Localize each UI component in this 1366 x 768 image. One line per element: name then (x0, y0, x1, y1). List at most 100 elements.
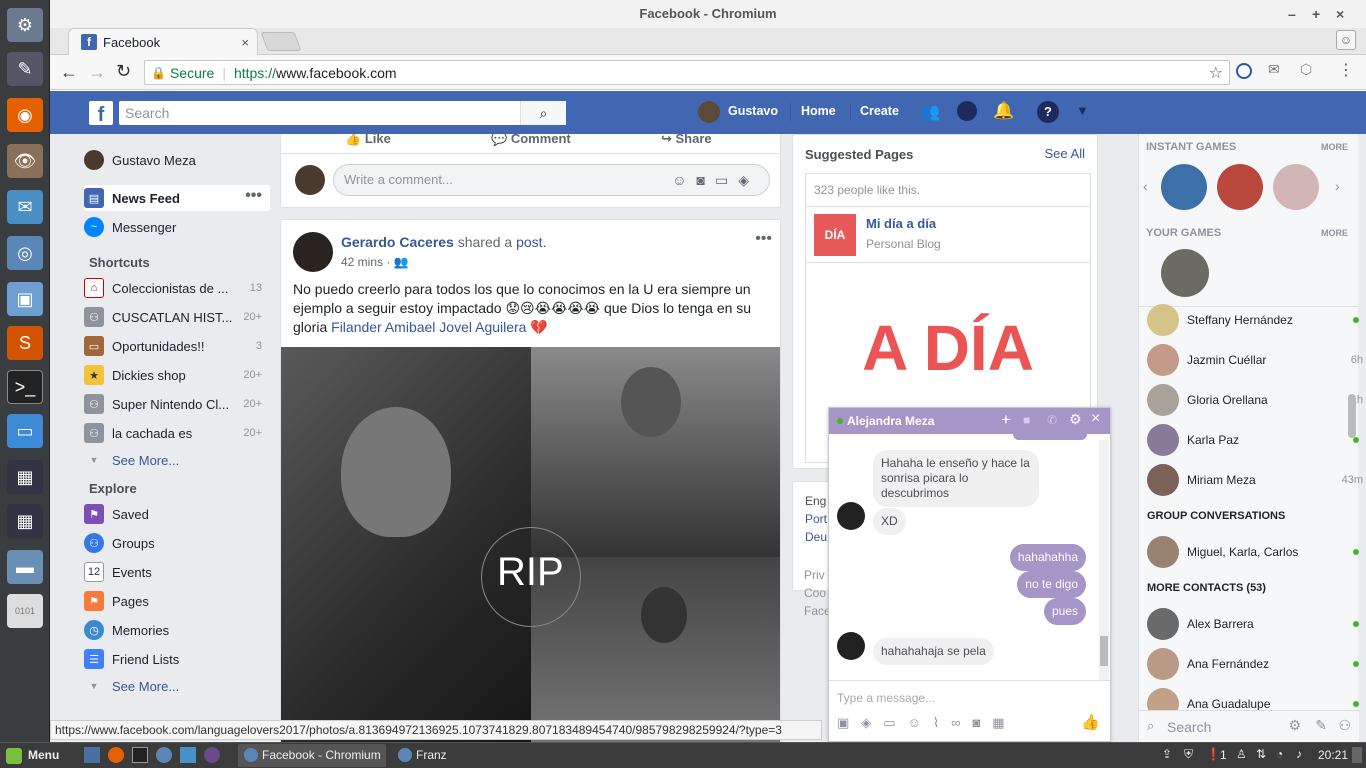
close-tab-icon[interactable]: × (241, 35, 249, 50)
footer-link[interactable]: Face (804, 602, 831, 620)
chevron-left-icon[interactable]: ‹ (1143, 178, 1148, 194)
share-button[interactable]: ↪ Share (661, 134, 712, 147)
omnibox[interactable]: 🔒 Secure | https:// www.facebook.com ☆ (144, 60, 1230, 85)
updates-icon[interactable]: ⇪ (1162, 747, 1172, 761)
help-icon[interactable]: ? (1037, 101, 1059, 123)
group-row[interactable]: Miguel, Karla, Carlos (1147, 532, 1359, 572)
contact-row[interactable]: Karla Paz (1147, 420, 1359, 460)
terminal-icon[interactable]: >_ (7, 370, 43, 404)
menu-kebab-icon[interactable]: ⋮ (1338, 60, 1354, 80)
chat-contact-name[interactable]: Alejandra Meza (847, 414, 934, 428)
see-all-link[interactable]: See All (1045, 146, 1085, 161)
comment-input[interactable]: Write a comment... ☺◙▭◈ (333, 164, 770, 196)
taskbar-task-chromium[interactable]: Facebook - Chromium (238, 744, 386, 767)
back-icon[interactable]: ← (60, 62, 78, 83)
phone-icon[interactable]: ✆ (1047, 413, 1057, 427)
shortcut-item[interactable]: ⚇ Super Nintendo Cl... 20+ (84, 391, 270, 417)
close-icon[interactable]: × (1091, 410, 1100, 428)
gear-icon[interactable]: ⚙ (1069, 411, 1082, 428)
footer-link[interactable]: Priv (804, 566, 831, 584)
page-logo[interactable]: DÍA (814, 214, 856, 256)
network-icon[interactable]: ⇅ (1256, 747, 1266, 761)
footer-link[interactable]: Eng (805, 494, 826, 508)
tagged-person-link[interactable]: Filander Amibael Jovel Aguilera (331, 319, 526, 335)
post-photo[interactable]: RIP (281, 347, 780, 742)
virtualbox-icon[interactable]: ▣ (7, 282, 43, 316)
tor-launcher-icon[interactable] (204, 747, 220, 763)
footer-link[interactable]: Coo (804, 584, 831, 602)
chromium-launcher-icon[interactable] (156, 747, 172, 763)
new-tab-button[interactable] (260, 32, 302, 51)
bookmark-star-icon[interactable]: ☆ (1209, 63, 1223, 83)
post-link[interactable]: post. (516, 234, 546, 250)
user-icon[interactable]: ♙ (1236, 747, 1247, 761)
your-games-more[interactable]: MORE (1321, 228, 1348, 238)
tab-facebook[interactable]: f Facebook × (68, 28, 258, 55)
post-author-link[interactable]: Gerardo Caceres (341, 234, 454, 250)
avatar[interactable] (293, 232, 333, 272)
footer-link[interactable]: Deu (805, 530, 827, 544)
taskbar-task-franz[interactable]: Franz (392, 744, 540, 767)
close-window-button[interactable]: × (1336, 0, 1344, 28)
workspace-2-icon[interactable]: ▦ (7, 504, 43, 538)
explore-friend-lists[interactable]: ☰ Friend Lists (84, 646, 270, 672)
contact-row[interactable]: Alex Barrera (1147, 604, 1359, 644)
like-button[interactable]: 👍 Like (345, 134, 391, 147)
workspace-icon[interactable]: ▦ (7, 460, 43, 494)
chat-tools-icon[interactable]: ▣◈▭☺⌇∞◙▦ (837, 715, 1017, 731)
game-thumbnail[interactable] (1273, 164, 1319, 210)
group-chat-icon[interactable]: ⚇ (1338, 717, 1351, 734)
messenger-icon[interactable] (957, 101, 977, 121)
comment-tools-icon[interactable]: ☺◙▭◈ (672, 165, 759, 195)
sidebar-scrollbar[interactable] (1348, 394, 1356, 438)
friend-requests-icon[interactable]: 👥 (920, 102, 940, 122)
shortcut-item[interactable]: ⚇ la cachada es 20+ (84, 420, 270, 446)
explore-pages[interactable]: ⚑ Pages (84, 588, 270, 614)
left-nav-profile[interactable]: Gustavo Meza (84, 147, 270, 173)
explore-memories[interactable]: ◷ Memories (84, 617, 270, 643)
explore-saved[interactable]: ⚑ Saved (84, 501, 270, 527)
minimize-button[interactable]: – (1288, 0, 1296, 28)
explore-events[interactable]: 12 Events (84, 559, 270, 585)
game-thumbnail[interactable] (1217, 164, 1263, 210)
thumbs-up-icon[interactable]: 👍 (1081, 713, 1100, 731)
cube-extension-icon[interactable]: ⬡ (1300, 61, 1312, 78)
gear-icon[interactable]: ⚙ (1288, 717, 1301, 734)
shortcut-item[interactable]: ⚇ CUSCATLAN HIST... 20+ (84, 304, 270, 330)
window-icon[interactable]: ▭ (7, 414, 43, 448)
home-link[interactable]: Home (801, 104, 836, 118)
more-options-icon[interactable]: ••• (245, 187, 262, 205)
account-menu-caret-icon[interactable]: ▼ (1076, 103, 1089, 118)
post-options-icon[interactable]: ••• (755, 230, 772, 248)
block-extension-icon[interactable] (1236, 63, 1252, 79)
firefox-icon[interactable]: ◉ (7, 98, 43, 132)
chat-scrollbar[interactable] (1099, 440, 1109, 680)
instant-games-more[interactable]: MORE (1321, 142, 1348, 152)
system-settings-icon[interactable]: ⚙ (7, 8, 43, 42)
contact-row[interactable]: Miriam Meza 43m (1147, 460, 1363, 500)
avatar[interactable] (698, 101, 720, 123)
inbox-extension-icon[interactable]: ✉ (1268, 61, 1280, 78)
reload-icon[interactable]: ↻ (116, 61, 131, 82)
game-thumbnail[interactable] (1161, 249, 1209, 297)
left-nav-news-feed[interactable]: ▤ News Feed ••• (84, 185, 270, 211)
maximize-button[interactable]: + (1312, 0, 1320, 28)
alert-icon[interactable]: ❗ (1206, 747, 1221, 761)
new-message-icon[interactable]: ✎ (1315, 717, 1327, 734)
profile-icon[interactable]: ☺ (1336, 30, 1356, 50)
chevron-right-icon[interactable]: › (1335, 178, 1340, 194)
video-call-icon[interactable]: ■ (1023, 413, 1030, 427)
facebook-search-input[interactable]: Search (119, 101, 565, 125)
desktop-icon[interactable]: ▬ (7, 550, 43, 584)
chromium-icon[interactable]: ◎ (7, 236, 43, 270)
clock[interactable]: 20:21 (1318, 748, 1348, 762)
page-name-link[interactable]: Mi día a día (866, 216, 936, 231)
notifications-bell-icon[interactable]: 🔔 (993, 101, 1014, 121)
game-thumbnail[interactable] (1161, 164, 1207, 210)
contact-row[interactable]: Jazmin Cuéllar 6h (1147, 340, 1363, 380)
contact-row[interactable]: Gloria Orellana 1h (1147, 380, 1363, 420)
facebook-logo-icon[interactable]: f (89, 101, 113, 126)
footer-link[interactable]: Port (805, 512, 827, 526)
search-icon[interactable]: ⌕ (520, 101, 566, 125)
thunderbird-icon[interactable]: ✉ (7, 190, 43, 224)
